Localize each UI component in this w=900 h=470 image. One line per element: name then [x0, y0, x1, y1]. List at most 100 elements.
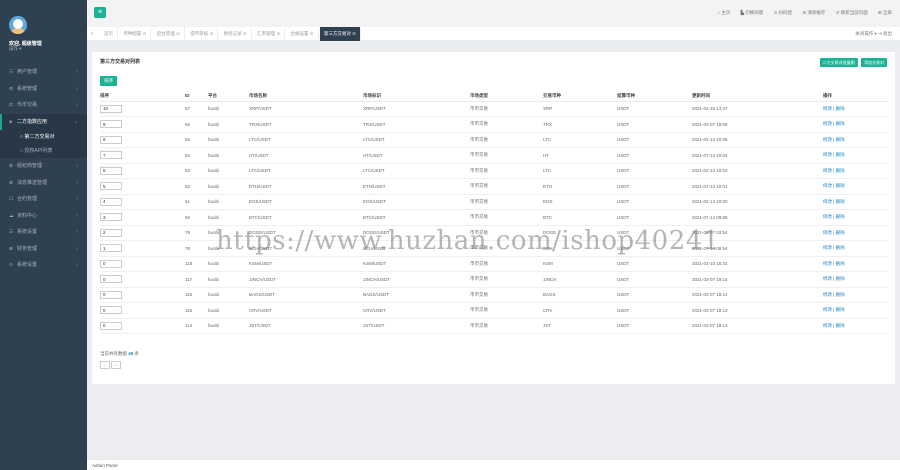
sort-order-input[interactable]: [100, 244, 122, 253]
refresh-page-link[interactable]: ↺ 刷新当前页面: [836, 10, 868, 15]
clear-cache-link[interactable]: ⊕ 清除缓存: [802, 10, 825, 15]
cell-update-time: 2021-03-07 03:54: [692, 225, 823, 241]
cell-actions[interactable]: 修改 | 删除: [823, 163, 887, 179]
sort-order-input[interactable]: [100, 259, 122, 268]
cell-actions[interactable]: 修改 | 删除: [823, 287, 887, 303]
add-pair-button[interactable]: 添加交易对: [861, 58, 887, 67]
sort-order-input[interactable]: [100, 306, 122, 315]
cell-settle-coin: USDT: [617, 256, 692, 272]
tab-admin[interactable]: 后台管理 ⊙: [153, 27, 185, 41]
cell-settle-coin: USDT: [617, 225, 692, 241]
cell-sort: [100, 194, 185, 210]
cell-actions[interactable]: 修改 | 删除: [823, 225, 887, 241]
sidebar-item-label: 币币交易: [17, 102, 38, 108]
avatar[interactable]: [9, 16, 27, 34]
switch-version-link[interactable]: ▙ 切换旧版: [741, 10, 764, 15]
sort-button[interactable]: 排序: [100, 76, 117, 86]
sort-order-input[interactable]: [100, 213, 122, 222]
tab-home[interactable]: 首页: [100, 27, 118, 41]
record-count-prefix: 当前共有数据: [100, 351, 127, 356]
next-page-button[interactable]: →: [111, 361, 121, 369]
batch-delete-button[interactable]: 二方交易对批量删: [819, 58, 858, 67]
sidebar-item-system-settings[interactable]: ⊙ 系统设置 ‹: [0, 257, 87, 274]
tab-coin-config[interactable]: 币种配置 ⊙: [119, 27, 152, 41]
cell-actions[interactable]: 修改 | 删除: [823, 101, 887, 117]
sidebar-subitem-pairs[interactable]: ○ 第二方交易对: [0, 130, 87, 144]
cell-actions[interactable]: 修改 | 删除: [823, 116, 887, 133]
tab-list: 首页 币种配置 ⊙ 后台管理 ⊙ 提币审核 ⊙ 财务记录 ⊙ 汇率管理 ⊙ 合规…: [100, 27, 361, 41]
sort-order-input[interactable]: [100, 120, 122, 129]
sidebar-item-third-party[interactable]: ◈ 二方指数应用 ⌄: [0, 113, 87, 130]
sidebar-item-label: 二方指数应用: [17, 118, 48, 125]
sort-order-input[interactable]: [100, 275, 122, 284]
fullscreen-link[interactable]: ⊞ 全屏: [878, 10, 892, 15]
tab-actions[interactable]: 关闭操作 ▾ ⇥ 退出: [855, 27, 892, 41]
sidebar-item-users[interactable]: ☷ 用户管理 ‹: [0, 64, 87, 81]
sort-order-input[interactable]: [100, 151, 122, 160]
sort-order-input[interactable]: [100, 104, 122, 113]
cell-trade-coin: BTC: [543, 209, 617, 226]
sidebar-item-system[interactable]: ⚙ 系统管理 ‹: [0, 81, 87, 98]
cell-market-symbol: BCH/USDT: [363, 240, 470, 257]
home-link[interactable]: ⌂ 主页: [717, 10, 730, 15]
sidebar-item-trade[interactable]: ⇄ 币币交易 ‹: [0, 97, 87, 114]
tab-exchange-rate[interactable]: 汇率管理 ⊙: [253, 27, 286, 41]
cell-actions[interactable]: 修改 | 删除: [823, 302, 887, 319]
table-row: 61huobiEOS/USDTEOS/USDT币币交易EOSUSDT2021-0…: [100, 194, 887, 210]
footer-text: Admin Panel: [92, 463, 118, 468]
prev-page-button[interactable]: ←: [100, 361, 110, 369]
cell-id: 116: [185, 287, 208, 303]
tab-compliance[interactable]: 合规设置 ⊙: [287, 27, 319, 41]
tab-third-party-pairs[interactable]: 第三方交易对 ⊙: [319, 27, 361, 41]
cell-actions[interactable]: 修改 | 删除: [823, 147, 887, 164]
sidebar-item-settings[interactable]: ☰ 系统设置 ‹: [0, 224, 87, 241]
menu-toggle-icon[interactable]: ≡: [94, 7, 106, 18]
cell-actions[interactable]: 修改 | 删除: [823, 271, 887, 288]
cell-actions[interactable]: 修改 | 删除: [823, 256, 887, 272]
scan-login-link[interactable]: ⊙ 扫码登: [774, 10, 793, 15]
cell-platform: huobi: [208, 225, 249, 241]
cell-sort: [100, 302, 185, 319]
cell-market-type: 币币交易: [470, 240, 543, 257]
sort-order-input[interactable]: [100, 290, 122, 299]
cell-platform: huobi: [208, 209, 249, 226]
tab-finance-records[interactable]: 财务记录 ⊙: [220, 27, 252, 41]
cell-platform: huobi: [208, 163, 249, 179]
cell-market-type: 币币交易: [470, 271, 543, 288]
sidebar-subitem-api[interactable]: ○ 授权API列表: [0, 144, 87, 158]
sidebar-item-label: 用户管理: [17, 69, 38, 75]
user-role-dropdown[interactable]: 操作 ▾: [9, 46, 22, 52]
sort-order-input[interactable]: [100, 135, 122, 144]
sidebar-item-finance[interactable]: ⊞ 财务管理 ‹: [0, 241, 87, 258]
cell-update-time: 2021-02-25 14:47: [692, 101, 823, 117]
tab-withdraw-review[interactable]: 提币审核 ⊙: [186, 27, 219, 41]
cell-actions[interactable]: 修改 | 删除: [823, 318, 887, 334]
cell-actions[interactable]: 修改 | 删除: [823, 178, 887, 195]
sort-order-input[interactable]: [100, 228, 122, 237]
cell-actions[interactable]: 修改 | 删除: [823, 132, 887, 148]
cell-settle-coin: USDT: [617, 287, 692, 303]
cell-market-symbol: LTC/USDT: [363, 132, 470, 148]
sidebar-item-push[interactable]: ⚙ 消息推送管理 ‹: [0, 175, 87, 192]
sidebar-item-data-center[interactable]: ☁ 资料中心 ‹: [0, 208, 87, 225]
tab-scroll-left-icon[interactable]: «: [87, 27, 97, 41]
cell-market-type: 币币交易: [470, 194, 543, 210]
sort-order-input[interactable]: [100, 321, 122, 330]
cell-actions[interactable]: 修改 | 删除: [823, 209, 887, 226]
sidebar-item-contract[interactable]: ☐ 合约管理 ‹: [0, 191, 87, 208]
cell-market-name: EOS/USDT: [249, 194, 363, 210]
pairs-table: 排序 ID 平台 市场名称 市场标识 市场类型 交易币种 结算币种 更新时间 操…: [100, 91, 887, 334]
cell-update-time: 2021-03-07 19:13: [692, 318, 823, 334]
chevron-down-icon: ⌄: [73, 118, 78, 125]
sort-order-input[interactable]: [100, 182, 122, 191]
chevron-left-icon: ‹: [76, 163, 78, 169]
sort-order-input[interactable]: [100, 197, 122, 206]
cell-actions[interactable]: 修改 | 删除: [823, 194, 887, 210]
cell-id: 114: [185, 318, 208, 334]
cell-sort: [100, 240, 185, 257]
sidebar-item-broker[interactable]: ⚙ 经纪商管理 ‹: [0, 158, 87, 175]
table-row: 117huobi1INCH/USDT1INCH/USDT币币交易1INCHUSD…: [100, 271, 887, 288]
sort-order-input[interactable]: [100, 166, 122, 175]
cell-actions[interactable]: 修改 | 删除: [823, 240, 887, 257]
cell-market-name: CRV/USDT: [249, 302, 363, 319]
